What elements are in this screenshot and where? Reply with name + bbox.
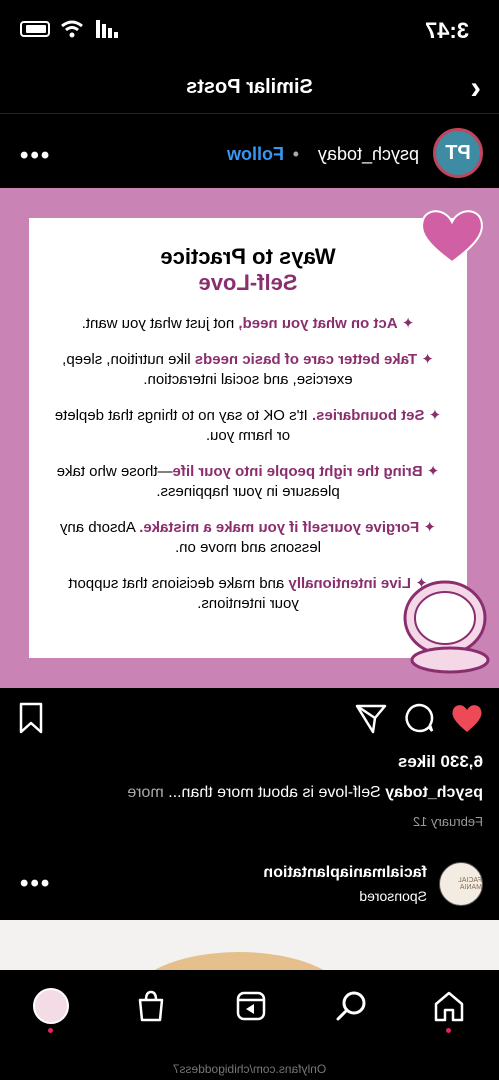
bottom-navigation: Onlyfans.com/chibigoddess7 (0, 970, 499, 1080)
page-title: Similar Posts (186, 76, 313, 98)
list-item: ✦ Forgive yourself if you make a mistake… (59, 519, 437, 556)
caption-author[interactable]: psych_today (385, 784, 483, 801)
list-item: ✦ Set boundaries. It's OK to say no to t… (54, 407, 442, 444)
profile-avatar[interactable] (33, 988, 69, 1024)
caption-more-link[interactable]: more (127, 784, 168, 801)
cellular-signal-icon (96, 20, 118, 38)
list-item: ✦ Live intentionally and make decisions … (68, 575, 428, 612)
sponsor-name[interactable]: facialmaniaplantation (263, 864, 427, 882)
heart-icon (421, 210, 483, 264)
post-caption: psych_today Self-love is about more than… (127, 784, 483, 802)
status-icons (20, 20, 118, 38)
post-date: February 12 (412, 814, 483, 829)
status-time: 3:47 (424, 18, 469, 43)
home-icon[interactable] (431, 988, 467, 1024)
list-item: ✦ Bring the right people into your life—… (56, 463, 440, 500)
infographic-title: Ways to Practice (160, 244, 336, 269)
post-image[interactable]: Ways to Practice Self-Love ✦ Act on what… (0, 188, 499, 688)
reels-icon[interactable] (233, 988, 269, 1024)
sponsored-label: Sponsored (359, 888, 427, 904)
follow-button[interactable]: Follow (227, 144, 284, 165)
sponsored-post-header: FACIAL MANIA facialmaniaplantation Spons… (0, 856, 499, 916)
caption-text: Self-love is about more than... (168, 784, 386, 801)
bookmark-icon[interactable] (13, 700, 49, 736)
compact-mirror-icon (403, 580, 490, 674)
ad-photo (129, 952, 349, 970)
share-send-icon[interactable] (353, 700, 389, 736)
more-options-icon[interactable]: ••• (18, 870, 49, 898)
post-author-handle[interactable]: psych_today (318, 144, 419, 165)
top-navigation: ‹ Similar Posts (0, 62, 499, 114)
mirrored-screen: 3:47 ‹ Similar Posts PT psych_today • Fo… (0, 0, 499, 1080)
list-item: ✦ Take better care of basic needs like n… (62, 351, 434, 388)
wifi-icon (61, 20, 83, 38)
infographic-subtitle: Self-Love (198, 270, 298, 295)
battery-icon (20, 21, 50, 37)
sponsor-avatar[interactable]: FACIAL MANIA (439, 862, 483, 906)
post-actions (0, 700, 499, 744)
like-heart-icon[interactable] (449, 700, 485, 736)
sponsored-media-preview[interactable] (0, 920, 499, 970)
separator-dot: • (292, 144, 299, 164)
search-icon[interactable] (333, 988, 369, 1024)
notification-dot (446, 1028, 451, 1033)
list-item: ✦ Act on what you need, not just what yo… (81, 315, 415, 332)
comment-icon[interactable] (401, 700, 437, 736)
watermark: Onlyfans.com/chibigoddess7 (172, 1062, 327, 1076)
status-bar: 3:47 (0, 0, 499, 60)
post-header: PT psych_today • Follow ••• (0, 120, 499, 188)
more-options-icon[interactable]: ••• (18, 142, 49, 170)
avatar[interactable]: PT (433, 128, 483, 178)
shop-bag-icon[interactable] (133, 988, 169, 1024)
notification-dot (48, 1028, 53, 1033)
like-count[interactable]: 6,330 likes (398, 752, 483, 772)
